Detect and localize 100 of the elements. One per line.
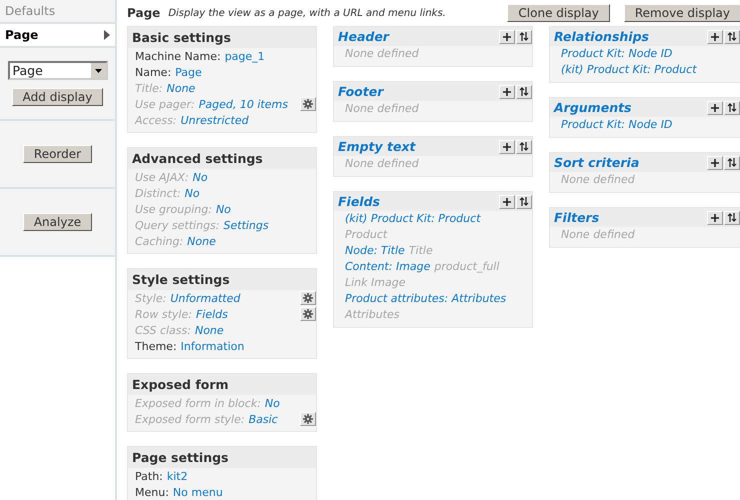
setting-link[interactable]: Unformatted	[170, 292, 240, 304]
section-title[interactable]: Footer	[338, 84, 384, 99]
rearrange-button[interactable]	[724, 210, 740, 224]
plus-icon	[503, 88, 511, 96]
up-down-arrows-icon	[727, 32, 737, 41]
reorder-button[interactable]: Reorder	[22, 145, 92, 163]
settings-button[interactable]	[300, 412, 316, 426]
section-title[interactable]: Relationships	[554, 29, 649, 44]
setting-link[interactable]: No	[264, 396, 280, 410]
setting-link[interactable]: None	[187, 234, 216, 248]
setting-link[interactable]: No	[192, 170, 208, 184]
plus-icon	[503, 142, 511, 150]
up-down-arrows-icon	[727, 213, 737, 222]
analyze-button[interactable]: Analyze	[22, 213, 92, 231]
rearrange-button[interactable]	[724, 30, 740, 44]
display-select[interactable]: Page	[8, 61, 108, 80]
setting-link[interactable]: No	[184, 186, 200, 200]
rearrange-button[interactable]	[724, 100, 740, 114]
rearrange-button[interactable]	[516, 140, 532, 154]
handler-link[interactable]: Product attributes: Attributes	[345, 292, 506, 306]
setting-link[interactable]: Fields	[196, 308, 228, 320]
setting-label: Use pager:	[135, 98, 195, 110]
section-title[interactable]: Sort criteria	[554, 155, 640, 170]
gear-icon	[303, 414, 313, 424]
handler-note: None defined	[345, 157, 419, 171]
up-down-arrows-icon	[519, 87, 529, 96]
add-button[interactable]	[499, 140, 515, 154]
handler-link[interactable]: (kit) Product Kit: Product	[345, 212, 481, 226]
setting-link[interactable]: page_1	[224, 50, 265, 62]
setting-label: Style:	[135, 292, 166, 304]
section-title[interactable]: Filters	[554, 210, 600, 225]
setting-link[interactable]: Information	[180, 340, 244, 352]
setting-label: Theme:	[135, 340, 177, 352]
handler-link[interactable]: Node: Title	[345, 244, 405, 258]
setting-label: Machine Name:	[135, 50, 221, 62]
setting-link[interactable]: Paged, 10 items	[198, 98, 288, 110]
display-action-button[interactable]: Remove display	[624, 4, 740, 22]
rearrange-button[interactable]	[516, 84, 532, 98]
display-title: Page	[127, 6, 160, 20]
add-button[interactable]	[707, 156, 723, 170]
setting-label: Menu:	[135, 486, 169, 498]
settings-title: Advanced settings	[128, 148, 316, 169]
setting-label: Use grouping:	[135, 202, 212, 216]
handler-note: Link Image	[345, 276, 406, 290]
settings-title: Basic settings	[128, 27, 316, 48]
setting-link[interactable]: None	[166, 82, 196, 94]
handler-link[interactable]: Product Kit: Node ID	[561, 47, 672, 61]
add-button[interactable]	[499, 194, 515, 208]
section-title[interactable]: Arguments	[554, 100, 632, 115]
plus-icon	[711, 158, 719, 166]
plus-icon	[503, 198, 511, 206]
setting-label: Name:	[135, 66, 172, 78]
setting-link[interactable]: Settings	[224, 218, 269, 232]
settings-button[interactable]	[300, 291, 316, 305]
add-button[interactable]	[707, 30, 723, 44]
setting-label: CSS class:	[135, 324, 191, 336]
gear-icon	[303, 293, 313, 303]
settings-title: Style settings	[128, 269, 316, 290]
settings-title: Page settings	[128, 447, 316, 468]
display-action-button[interactable]: Clone display	[507, 4, 610, 22]
handler-link[interactable]: Product Kit: Node ID	[561, 118, 672, 132]
handler-note: None defined	[345, 47, 419, 61]
handler-note: None defined	[561, 173, 635, 187]
setting-link[interactable]: Basic	[248, 412, 278, 426]
handler-note: None defined	[345, 102, 419, 116]
handler-note: product_full	[434, 260, 500, 274]
handler-note: None defined	[561, 228, 635, 242]
settings-button[interactable]	[300, 97, 316, 111]
handler-note: Product	[345, 228, 388, 242]
add-button[interactable]	[707, 210, 723, 224]
add-button[interactable]	[499, 84, 515, 98]
section-title[interactable]: Empty text	[338, 139, 416, 154]
dropdown-icon	[90, 63, 106, 78]
setting-link[interactable]: No menu	[172, 486, 223, 498]
up-down-arrows-icon	[519, 197, 529, 206]
setting-link[interactable]: No	[216, 202, 231, 216]
setting-label: Exposed form in block:	[135, 396, 261, 410]
display-description: Display the view as a page, with a URL and menu links.	[168, 8, 447, 18]
setting-link[interactable]: Unrestricted	[180, 114, 249, 126]
handler-link[interactable]: Content: Image	[345, 260, 430, 274]
up-down-arrows-icon	[727, 103, 737, 112]
settings-title: Exposed form	[128, 374, 316, 395]
setting-label: Title:	[135, 82, 163, 94]
handler-link[interactable]: (kit) Product Kit: Product	[561, 63, 697, 77]
section-title[interactable]: Header	[338, 29, 389, 44]
up-down-arrows-icon	[519, 32, 529, 41]
rearrange-button[interactable]	[516, 30, 532, 44]
rearrange-button[interactable]	[724, 156, 740, 170]
setting-link[interactable]: None	[194, 324, 224, 336]
plus-icon	[711, 32, 719, 40]
setting-link[interactable]: kit2	[166, 470, 188, 482]
add-button[interactable]	[707, 100, 723, 114]
rearrange-button[interactable]	[516, 194, 532, 208]
section-title[interactable]: Fields	[338, 194, 380, 209]
settings-button[interactable]	[300, 307, 316, 321]
setting-link[interactable]: Page	[175, 66, 202, 78]
display-tab[interactable]: Defaults	[0, 0, 115, 24]
gear-icon	[303, 99, 313, 109]
add-display-button[interactable]: Add display	[12, 88, 104, 106]
add-button[interactable]	[499, 30, 515, 44]
